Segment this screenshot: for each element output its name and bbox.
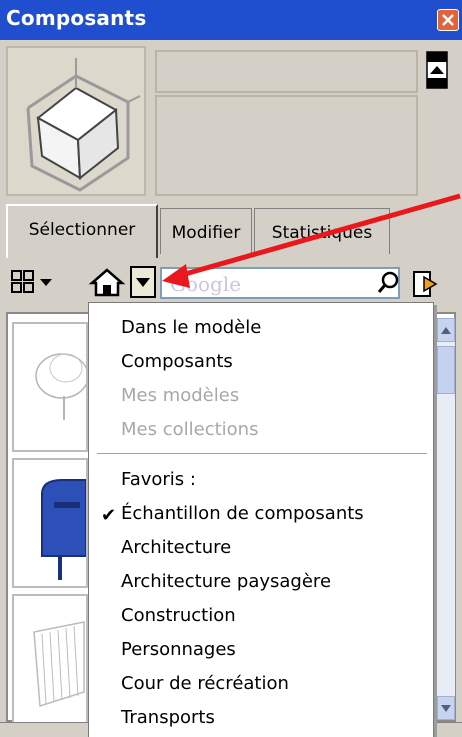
components-window: Composants Modifier Sélectionner Google … — [0, 0, 462, 737]
annotation-arrow-icon — [162, 193, 461, 288]
